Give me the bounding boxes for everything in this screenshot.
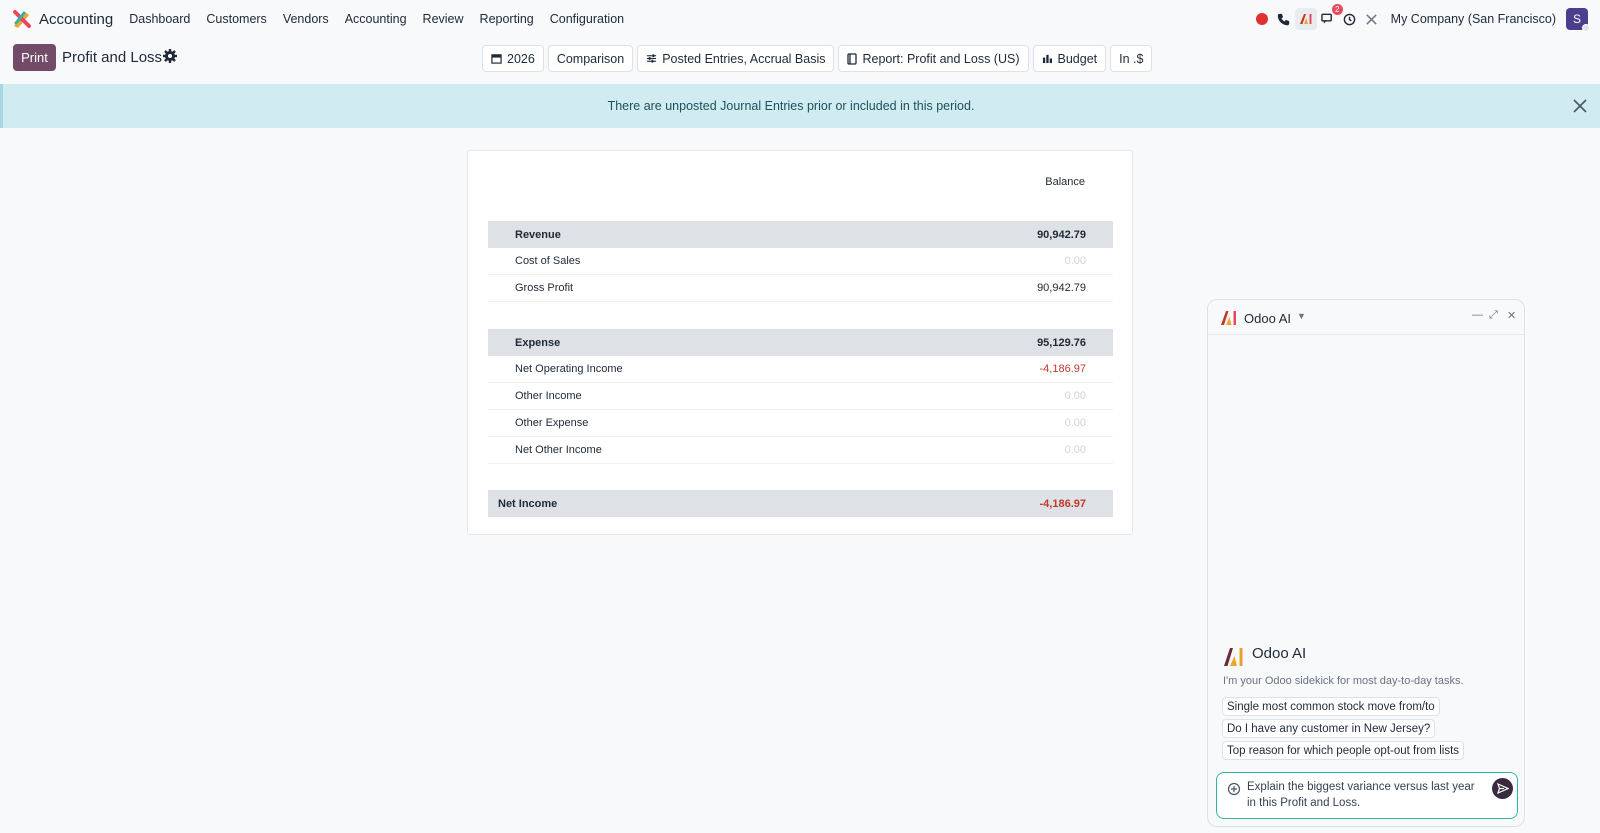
report-variant-label: Report: Profit and Loss (US) xyxy=(862,51,1020,66)
company-switcher[interactable]: My Company (San Francisco) xyxy=(1391,12,1556,26)
report-filters: 2026 Comparison Posted Entries, Accrual … xyxy=(482,45,1156,72)
line-value[interactable]: 90,942.79 xyxy=(1037,229,1086,241)
tools-icon[interactable] xyxy=(1361,8,1383,30)
line-label: Net Income xyxy=(498,497,558,510)
top-navbar: Accounting Dashboard Customers Vendors A… xyxy=(0,0,1600,38)
chat-window-title[interactable]: Odoo AI xyxy=(1244,311,1291,326)
report-line-cost-of-sales[interactable]: Cost of Sales 0.00 xyxy=(488,248,1113,275)
expand-icon[interactable]: ⤢ xyxy=(1489,309,1498,322)
line-value[interactable]: 0.00 xyxy=(1065,444,1086,456)
messages-icon[interactable]: 2 xyxy=(1317,4,1343,30)
odoo-ai-logo-icon xyxy=(1224,648,1243,666)
line-value[interactable]: 0.00 xyxy=(1065,390,1086,402)
report-variant-button[interactable]: Report: Profit and Loss (US) xyxy=(838,45,1029,72)
line-label: Net Operating Income xyxy=(515,363,623,375)
report-line-net-other-income[interactable]: Net Other Income 0.00 xyxy=(488,437,1113,464)
chat-message-input[interactable]: Explain the biggest variance versus last… xyxy=(1247,779,1485,811)
accounting-app-icon[interactable] xyxy=(12,9,32,29)
period-filter-label: 2026 xyxy=(507,51,535,66)
menu-customers[interactable]: Customers xyxy=(206,12,266,26)
gear-icon[interactable] xyxy=(162,48,178,64)
report-line-expense[interactable]: Expense 95,129.76 xyxy=(488,329,1113,356)
chat-composer[interactable]: Explain the biggest variance versus last… xyxy=(1216,772,1518,819)
close-icon[interactable] xyxy=(1572,98,1588,114)
report-line-gross-profit[interactable]: Gross Profit 90,942.79 xyxy=(488,275,1113,302)
line-value[interactable]: 95,129.76 xyxy=(1037,337,1086,349)
bar-chart-icon xyxy=(1042,53,1053,64)
ai-intro-title: Odoo AI xyxy=(1252,645,1307,662)
report-line-revenue[interactable]: Revenue 90,942.79 xyxy=(488,221,1113,248)
menu-review[interactable]: Review xyxy=(423,12,464,26)
menu-configuration[interactable]: Configuration xyxy=(550,12,624,26)
page-title: Profit and Loss xyxy=(62,49,163,66)
budget-label: Budget xyxy=(1057,51,1098,66)
line-label: Other Income xyxy=(515,390,582,402)
line-value[interactable]: 0.00 xyxy=(1065,255,1086,267)
currency-label: In .$ xyxy=(1119,51,1144,66)
suggestion-chip[interactable]: Do I have any customer in New Jersey? xyxy=(1222,719,1436,738)
menu-vendors[interactable]: Vendors xyxy=(283,12,329,26)
alert-message: There are unposted Journal Entries prior… xyxy=(607,99,975,113)
send-button[interactable] xyxy=(1492,778,1513,799)
line-label: Gross Profit xyxy=(515,282,574,294)
ai-intro-subtitle: I'm your Odoo sidekick for most day-to-d… xyxy=(1223,675,1464,687)
book-icon xyxy=(847,52,858,65)
budget-button[interactable]: Budget xyxy=(1032,45,1107,72)
comparison-filter-label: Comparison xyxy=(556,51,625,66)
report-line-other-expense[interactable]: Other Expense 0.00 xyxy=(488,410,1113,437)
odoo-ai-logo-icon xyxy=(1221,311,1236,325)
balance-column-header: Balance xyxy=(1045,176,1085,188)
suggestion-chip[interactable]: Top reason for which people opt-out from… xyxy=(1222,741,1465,760)
unposted-entries-alert: There are unposted Journal Entries prior… xyxy=(0,84,1600,128)
line-label: Net Other Income xyxy=(515,444,602,456)
minimize-icon[interactable]: — xyxy=(1472,309,1483,321)
line-value[interactable]: 90,942.79 xyxy=(1037,282,1086,294)
line-value[interactable]: 0.00 xyxy=(1065,417,1086,429)
period-filter-button[interactable]: 2026 xyxy=(482,45,544,72)
line-label: Expense xyxy=(515,336,561,349)
close-icon[interactable]: ✕ xyxy=(1507,309,1516,322)
odoo-ai-icon[interactable] xyxy=(1294,8,1317,30)
send-icon xyxy=(1496,783,1509,794)
add-attachment-icon[interactable] xyxy=(1227,782,1241,796)
currency-button[interactable]: In .$ xyxy=(1110,45,1153,72)
suggestion-chip[interactable]: Single most common stock move from/to xyxy=(1222,697,1440,716)
calendar-icon xyxy=(491,53,502,64)
app-name[interactable]: Accounting xyxy=(39,11,113,28)
line-label: Cost of Sales xyxy=(515,255,581,267)
control-panel: Print Profit and Loss 2026 Comparison Po… xyxy=(0,38,1600,84)
user-avatar[interactable]: S xyxy=(1566,8,1590,32)
chevron-down-icon[interactable]: ▼ xyxy=(1297,311,1306,321)
menu-dashboard[interactable]: Dashboard xyxy=(129,12,190,26)
entries-filter-label: Posted Entries, Accrual Basis xyxy=(662,51,826,66)
chat-window-header[interactable]: Odoo AI ▼ — ⤢ ✕ xyxy=(1208,300,1524,335)
odoo-ai-chat-window: Odoo AI ▼ — ⤢ ✕ Odoo AI I'm your Odoo si… xyxy=(1207,299,1525,827)
line-value[interactable]: -4,186.97 xyxy=(1040,498,1086,510)
sliders-icon xyxy=(646,53,657,64)
comparison-filter-button[interactable]: Comparison xyxy=(547,45,634,72)
report-line-net-operating-income[interactable]: Net Operating Income -4,186.97 xyxy=(488,356,1113,383)
report-line-other-income[interactable]: Other Income 0.00 xyxy=(488,383,1113,410)
report-line-net-income[interactable]: Net Income -4,186.97 xyxy=(488,490,1113,517)
menu-accounting[interactable]: Accounting xyxy=(345,12,407,26)
systray: 2 My Company (San Francisco) S xyxy=(1251,4,1590,32)
profit-and-loss-report: Balance Revenue 90,942.79 Cost of Sales … xyxy=(467,150,1133,535)
avatar-initial: S xyxy=(1572,12,1581,26)
menu-reporting[interactable]: Reporting xyxy=(480,12,534,26)
presence-dot xyxy=(1582,24,1590,32)
print-button[interactable]: Print xyxy=(13,44,56,71)
recording-icon[interactable] xyxy=(1251,8,1273,30)
line-value[interactable]: -4,186.97 xyxy=(1040,363,1086,375)
phone-icon[interactable] xyxy=(1273,8,1295,30)
entries-filter-button[interactable]: Posted Entries, Accrual Basis xyxy=(637,45,835,72)
activity-clock-icon[interactable] xyxy=(1339,8,1361,30)
line-label: Other Expense xyxy=(515,417,589,429)
line-label: Revenue xyxy=(515,228,561,241)
